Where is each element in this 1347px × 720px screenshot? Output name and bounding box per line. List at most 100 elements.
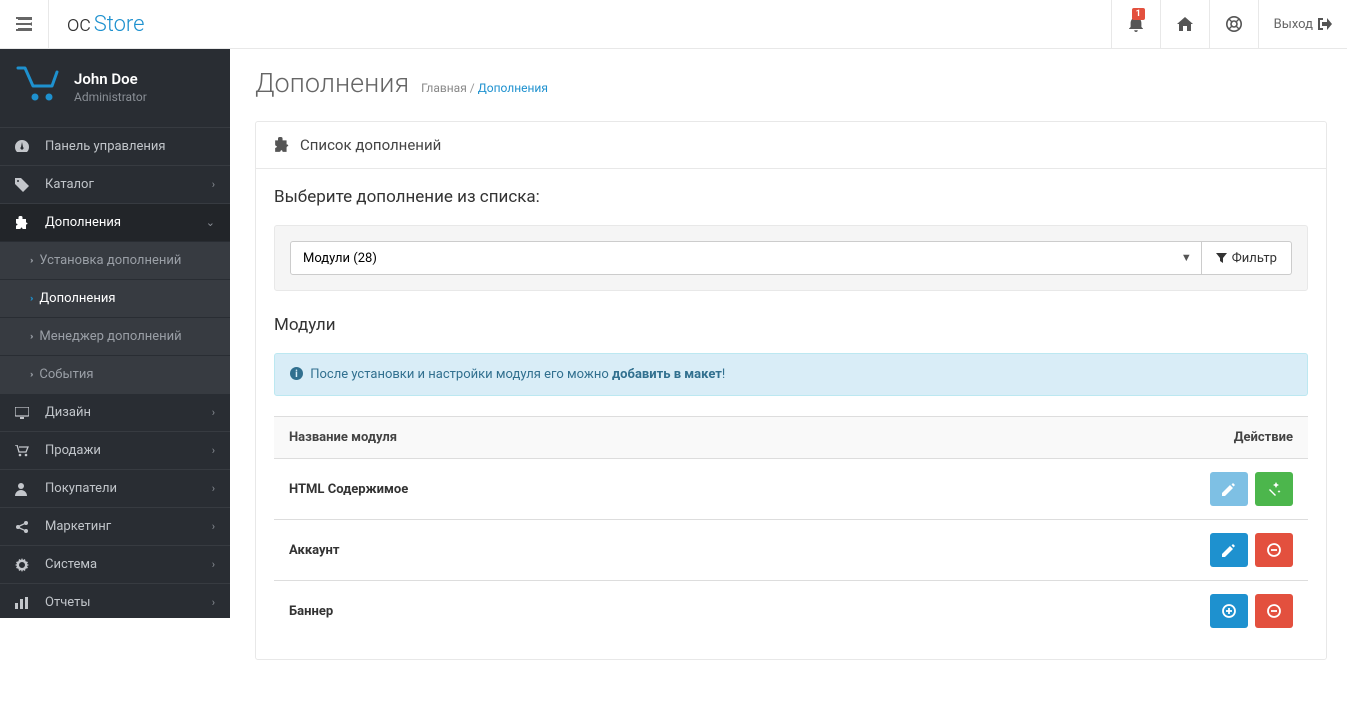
modules-subtitle: Модули xyxy=(274,315,1308,335)
filter-icon xyxy=(1216,253,1227,264)
notifications-button[interactable]: 1 xyxy=(1111,0,1160,48)
home-button[interactable] xyxy=(1160,0,1209,48)
sidebar-item-sales[interactable]: Продажи › xyxy=(0,431,230,469)
edit-button[interactable] xyxy=(1210,533,1248,567)
logo-store: Store xyxy=(94,12,145,37)
sidebar-item-label: Отчеты xyxy=(45,595,90,610)
double-chevron-icon: ›› xyxy=(30,370,31,380)
chart-icon xyxy=(15,597,35,609)
chevron-right-icon: › xyxy=(212,406,215,419)
table-row: Аккаунт xyxy=(274,520,1308,581)
dashboard-icon xyxy=(15,140,35,154)
logout-label: Выход xyxy=(1274,17,1313,32)
pencil-icon xyxy=(1222,482,1236,496)
double-chevron-icon: ›› xyxy=(30,332,31,342)
magic-icon xyxy=(1267,482,1281,496)
sidebar-item-label: Каталог xyxy=(45,177,94,192)
module-name: Баннер xyxy=(289,604,333,619)
sidebar-item-dashboard[interactable]: Панель управления xyxy=(0,127,230,165)
logo-oc: oc xyxy=(67,12,91,37)
col-name: Название модуля xyxy=(274,417,853,459)
module-name: Аккаунт xyxy=(289,543,340,558)
double-chevron-icon: ›› xyxy=(30,256,31,266)
lifebuoy-icon xyxy=(1226,16,1242,32)
info-icon: i xyxy=(290,367,303,380)
plus-circle-icon xyxy=(1222,604,1236,618)
install-button[interactable] xyxy=(1255,472,1293,506)
filter-button[interactable]: Фильтр xyxy=(1202,241,1292,275)
cart-icon xyxy=(15,64,60,109)
edit-button[interactable] xyxy=(1210,472,1248,506)
breadcrumb-home[interactable]: Главная xyxy=(421,81,467,95)
sidebar: John Doe Administrator Панель управления… xyxy=(0,49,230,618)
sidebar-item-extensions[interactable]: Дополнения ⌄ xyxy=(0,203,230,241)
sidebar-item-label: Панель управления xyxy=(45,139,166,154)
modules-table: Название модуля Действие HTML Содержимое… xyxy=(274,416,1308,641)
svg-text:i: i xyxy=(295,369,298,380)
uninstall-button[interactable] xyxy=(1255,594,1293,628)
sidebar-sub-installer[interactable]: ›› Установка дополнений xyxy=(0,241,230,279)
indent-icon xyxy=(18,18,32,30)
sidebar-item-system[interactable]: Система › xyxy=(0,545,230,583)
chevron-right-icon: › xyxy=(212,444,215,457)
filter-label: Фильтр xyxy=(1232,251,1277,266)
menu-toggle[interactable] xyxy=(0,0,49,48)
info-alert: i После установки и настройки модуля его… xyxy=(274,353,1308,396)
uninstall-button[interactable] xyxy=(1255,533,1293,567)
alert-text-post: ! xyxy=(722,367,725,382)
sidebar-item-label: Дополнения xyxy=(39,291,115,306)
sidebar-item-label: Менеджер дополнений xyxy=(39,329,181,344)
cart-icon xyxy=(15,445,35,457)
breadcrumb-current[interactable]: Дополнения xyxy=(478,81,548,95)
sidebar-sub-extensions[interactable]: ›› Дополнения xyxy=(0,279,230,317)
panel-title: Список дополнений xyxy=(300,136,441,154)
logout-icon xyxy=(1318,18,1332,30)
alert-text-bold: добавить в макет xyxy=(612,367,722,382)
sidebar-sub-modifications[interactable]: ›› Менеджер дополнений xyxy=(0,317,230,355)
sidebar-item-catalog[interactable]: Каталог › xyxy=(0,165,230,203)
gear-icon xyxy=(15,558,35,572)
module-name: HTML Содержимое xyxy=(289,482,408,497)
minus-circle-icon xyxy=(1267,604,1281,618)
table-row: Баннер xyxy=(274,581,1308,642)
user-name: John Doe xyxy=(74,70,147,88)
sidebar-item-marketing[interactable]: Маркетинг › xyxy=(0,507,230,545)
sidebar-item-label: Установка дополнений xyxy=(39,253,181,268)
panel-heading: Список дополнений xyxy=(256,122,1326,169)
puzzle-icon xyxy=(15,216,35,230)
avatar xyxy=(15,64,60,109)
sidebar-sub-events[interactable]: ›› События xyxy=(0,355,230,393)
sidebar-item-label: Дополнения xyxy=(45,215,121,230)
notification-badge: 1 xyxy=(1132,8,1145,20)
chevron-right-icon: › xyxy=(212,596,215,609)
sidebar-item-label: Маркетинг xyxy=(45,519,111,534)
minus-circle-icon xyxy=(1267,543,1281,557)
extension-type-select[interactable]: Модули (28) xyxy=(290,241,1202,275)
select-label: Выберите дополнение из списка: xyxy=(274,187,1308,207)
sidebar-item-label: События xyxy=(39,367,93,382)
share-icon xyxy=(15,520,35,534)
extensions-panel: Список дополнений Выберите дополнение из… xyxy=(255,121,1327,660)
sidebar-item-reports[interactable]: Отчеты › xyxy=(0,583,230,618)
col-action: Действие xyxy=(853,417,1308,459)
breadcrumb-separator: / xyxy=(470,81,478,95)
user-role: Administrator xyxy=(74,90,147,104)
chevron-right-icon: › xyxy=(212,558,215,571)
support-button[interactable] xyxy=(1209,0,1258,48)
sidebar-item-label: Продажи xyxy=(45,443,101,458)
table-row: HTML Содержимое xyxy=(274,459,1308,520)
sidebar-item-label: Система xyxy=(45,557,97,572)
sidebar-item-label: Дизайн xyxy=(45,405,91,420)
sidebar-item-customers[interactable]: Покупатели › xyxy=(0,469,230,507)
chevron-right-icon: › xyxy=(212,520,215,533)
logout-button[interactable]: Выход xyxy=(1258,0,1347,48)
page-title: Дополнения xyxy=(255,67,409,99)
logo[interactable]: oc Store xyxy=(49,0,163,48)
chevron-right-icon: › xyxy=(212,178,215,191)
filter-bar: Модули (28) ▼ Фильтр xyxy=(274,225,1308,291)
chevron-right-icon: › xyxy=(212,482,215,495)
user-panel: John Doe Administrator xyxy=(0,49,230,127)
add-button[interactable] xyxy=(1210,594,1248,628)
home-icon xyxy=(1177,17,1193,31)
sidebar-item-design[interactable]: Дизайн › xyxy=(0,393,230,431)
